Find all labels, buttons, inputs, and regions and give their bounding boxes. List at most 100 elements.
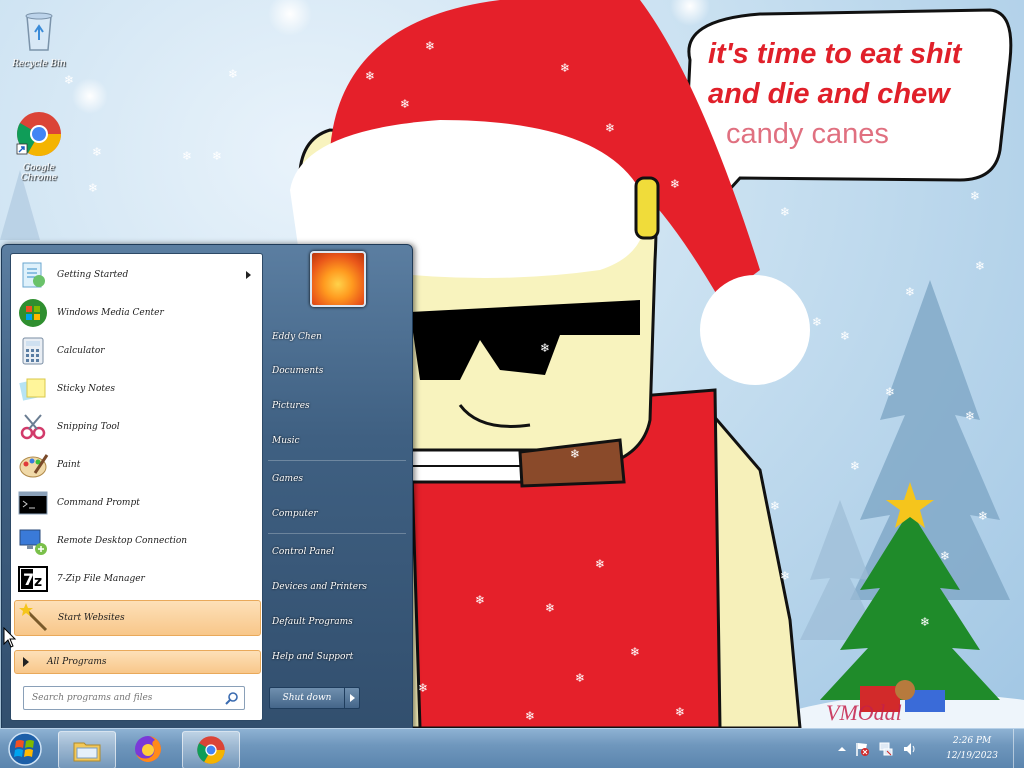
svg-text:❄: ❄ — [64, 73, 74, 87]
speech-line-1: it's time to eat shit — [708, 38, 962, 70]
svg-text:❄: ❄ — [595, 557, 605, 571]
7zip-icon: 7z — [18, 566, 48, 592]
program-label: Command Prompt — [57, 498, 140, 508]
program-paint[interactable]: Paint — [14, 448, 259, 482]
desktop[interactable]: ❄ ❄ ❄ ❄ ❄ ❄ ❄ ❄ ❄ ❄ ❄ ❄ ❄ ❄ ❄ ❄ ❄ ❄ ❄ ❄ ❄ ❄ ❄ ❄ ❄ ❄ ❄ ❄ ❄ ❄ … — [0, 0, 1024, 768]
program-label: Calculator — [57, 346, 105, 356]
speech-line-3: candy canes — [726, 118, 889, 150]
svg-text:❄: ❄ — [88, 181, 98, 195]
svg-text:❄: ❄ — [228, 67, 238, 81]
program-snipping-tool[interactable]: Snipping Tool — [14, 410, 259, 444]
svg-text:❄: ❄ — [425, 39, 435, 53]
desktop-icon-recycle-bin[interactable]: Recycle Bin — [9, 6, 69, 69]
right-item-help-support[interactable]: Help and Support — [272, 645, 402, 669]
start-button[interactable] — [6, 731, 44, 767]
right-item-music[interactable]: Music — [272, 429, 402, 453]
chevron-right-icon — [349, 694, 355, 702]
svg-text:❄: ❄ — [780, 205, 790, 219]
svg-text:❄: ❄ — [630, 645, 640, 659]
right-item-default-programs[interactable]: Default Programs — [272, 610, 402, 634]
desktop-icon-chrome[interactable]: Google Chrome — [9, 110, 69, 183]
right-item-computer[interactable]: Computer — [272, 502, 402, 526]
program-calculator[interactable]: Calculator — [14, 334, 259, 368]
notification-area: 2:26 PM 12/19/2023 — [830, 729, 1024, 768]
file-explorer-icon — [73, 742, 101, 762]
user-picture[interactable] — [310, 251, 366, 307]
program-sticky-notes[interactable]: Sticky Notes — [14, 372, 259, 406]
svg-text:❄: ❄ — [970, 189, 980, 203]
svg-text:❄: ❄ — [182, 149, 192, 163]
right-item-devices-printers[interactable]: Devices and Printers — [272, 575, 402, 599]
right-pane-separator — [268, 460, 406, 461]
svg-text:❄: ❄ — [365, 69, 375, 83]
calculator-icon — [22, 337, 44, 365]
show-hidden-icons-icon[interactable] — [834, 741, 850, 757]
svg-text:❄: ❄ — [605, 121, 615, 135]
clock-date[interactable]: 12/19/2023 — [932, 751, 1012, 761]
program-7zip[interactable]: 7z 7-Zip File Manager — [14, 562, 259, 596]
program-label: Snipping Tool — [57, 422, 120, 432]
speech-line-2: and die and chew — [708, 78, 950, 110]
firefox-icon — [135, 736, 161, 762]
svg-text:❄: ❄ — [525, 709, 535, 723]
svg-text:❄: ❄ — [540, 341, 550, 355]
show-desktop-button[interactable] — [1013, 729, 1024, 768]
svg-text:❄: ❄ — [975, 259, 985, 273]
getting-started-icon — [22, 262, 45, 288]
shutdown-options-button[interactable] — [344, 687, 360, 709]
program-label: Sticky Notes — [57, 384, 115, 394]
program-remote-desktop[interactable]: Remote Desktop Connection — [14, 524, 259, 558]
right-item-control-panel[interactable]: Control Panel — [272, 540, 402, 564]
svg-text:❄: ❄ — [850, 459, 860, 473]
taskbar-file-explorer[interactable] — [58, 731, 116, 768]
program-start-websites[interactable]: Start Websites — [14, 600, 261, 636]
clock-time[interactable]: 2:26 PM — [932, 736, 1012, 746]
program-getting-started[interactable]: Getting Started — [14, 258, 259, 292]
program-label: 7-Zip File Manager — [57, 574, 145, 584]
svg-text:❄: ❄ — [560, 61, 570, 75]
right-item-user[interactable]: Eddy Chen — [272, 325, 402, 349]
svg-text:❄: ❄ — [905, 285, 915, 299]
command-prompt-icon — [18, 491, 48, 515]
svg-text:❄: ❄ — [92, 145, 102, 159]
windows-media-center-icon — [19, 299, 47, 327]
all-programs-button[interactable]: All Programs — [14, 650, 261, 674]
search-icon[interactable] — [225, 691, 239, 705]
search-box[interactable] — [23, 686, 245, 710]
all-programs-label: All Programs — [47, 657, 107, 667]
chrome-icon — [16, 112, 61, 156]
taskbar-chrome[interactable] — [182, 731, 240, 768]
all-programs-arrow-icon — [23, 657, 29, 667]
remote-desktop-icon — [19, 529, 47, 555]
snipping-tool-icon — [20, 414, 46, 440]
programs-list: Getting Started Windows Media Center Cal… — [10, 253, 263, 721]
program-label: Paint — [57, 460, 81, 470]
program-label: Remote Desktop Connection — [57, 536, 188, 546]
right-item-pictures[interactable]: Pictures — [272, 394, 402, 418]
search-input[interactable] — [30, 692, 224, 704]
desktop-icon-label: Google Chrome — [20, 163, 58, 183]
right-item-games[interactable]: Games — [272, 467, 402, 491]
svg-text:z: z — [34, 574, 42, 590]
svg-text:❄: ❄ — [575, 671, 585, 685]
taskbar-firefox[interactable] — [120, 731, 176, 767]
chrome-icon — [197, 736, 225, 764]
right-item-documents[interactable]: Documents — [272, 359, 402, 383]
program-label: Windows Media Center — [57, 308, 164, 318]
svg-text:❄: ❄ — [978, 509, 988, 523]
svg-text:❄: ❄ — [940, 549, 950, 563]
speech-bubble-text: it's time to eat shit and die and chew c… — [708, 34, 998, 154]
shutdown-button[interactable]: Shut down — [269, 687, 345, 709]
right-pane-separator — [268, 533, 406, 534]
svg-text:❄: ❄ — [545, 601, 555, 615]
action-center-flag-icon[interactable] — [854, 741, 870, 757]
svg-text:❄: ❄ — [418, 681, 428, 695]
volume-icon[interactable] — [902, 741, 918, 757]
svg-text:❄: ❄ — [965, 409, 975, 423]
program-windows-media-center[interactable]: Windows Media Center — [14, 296, 259, 330]
magic-wand-icon — [19, 603, 48, 632]
program-command-prompt[interactable]: Command Prompt — [14, 486, 259, 520]
network-icon[interactable] — [878, 741, 894, 757]
paint-icon — [19, 454, 49, 478]
svg-text:❄: ❄ — [670, 177, 680, 191]
